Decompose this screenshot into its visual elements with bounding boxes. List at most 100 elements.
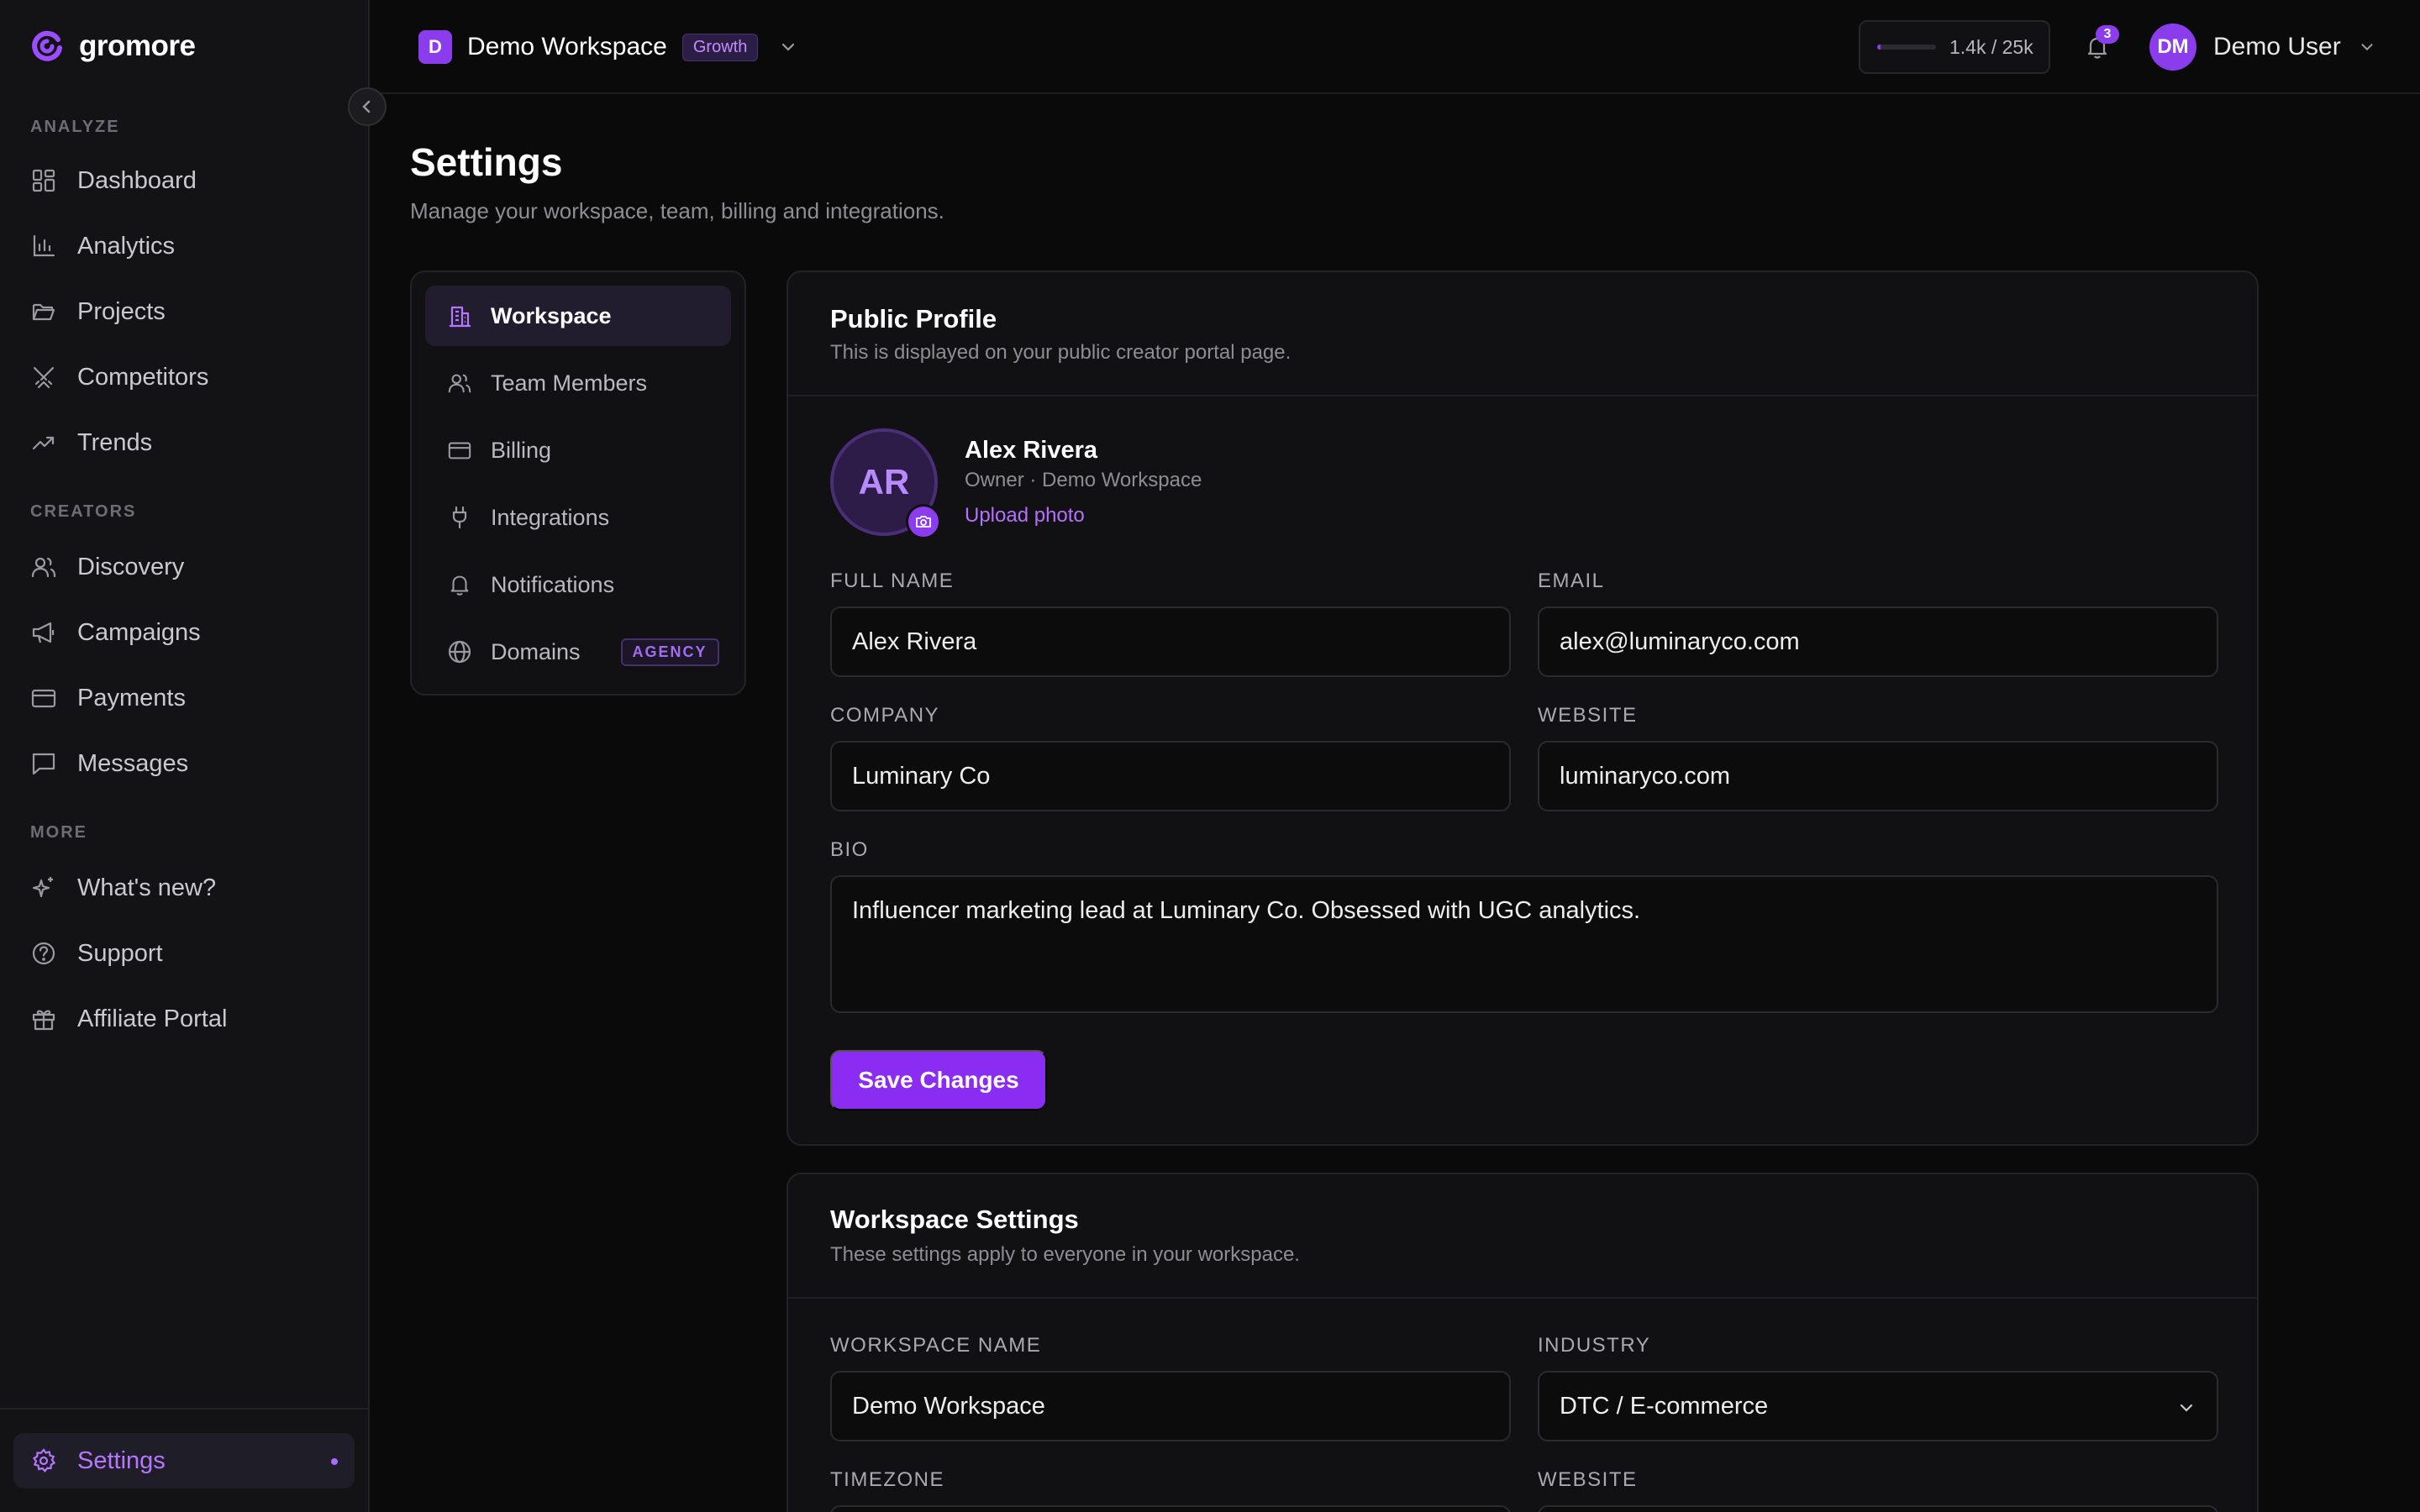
save-changes-button[interactable]: Save Changes <box>830 1050 1047 1110</box>
sidebar-item-analytics[interactable]: Analytics <box>13 218 355 274</box>
plug-icon <box>452 506 467 529</box>
usage-progress-fill <box>1877 45 1881 50</box>
dashboard-icon <box>32 169 55 192</box>
sidebar-item-discovery[interactable]: Discovery <box>13 539 355 595</box>
globe-icon <box>448 640 471 664</box>
sidebar-section-analyze: ANALYZE <box>30 118 120 136</box>
users-icon <box>448 374 471 393</box>
sidebar-item-label: Analytics <box>77 232 176 260</box>
full-name-label: FULL NAME <box>830 570 955 592</box>
sidebar-item-label: Support <box>77 939 163 967</box>
settings-nav-workspace[interactable]: Workspace <box>425 286 731 346</box>
sidebar-item-dashboard[interactable]: Dashboard <box>13 153 355 208</box>
sidebar-item-label: Messages <box>77 749 189 777</box>
settings-nav-label: Team Members <box>491 370 648 396</box>
card-title: Public Profile <box>830 304 997 333</box>
sidebar-item-label: Competitors <box>77 363 209 391</box>
sidebar-item-whats-new[interactable]: What's new? <box>13 860 355 916</box>
logo-icon <box>32 30 62 61</box>
email-field[interactable]: alex@luminaryco.com <box>1538 606 2218 677</box>
app-logo[interactable]: gromore <box>30 27 196 66</box>
settings-nav-label: Notifications <box>491 571 615 597</box>
sidebar-item-label: Discovery <box>77 553 185 580</box>
card-divider <box>788 1297 2257 1299</box>
sidebar: gromore ANALYZE Dashboard Analytics Proj… <box>0 0 387 1512</box>
industry-select-value: DTC / E-commerce <box>1560 1392 1769 1420</box>
settings-nav-team-members[interactable]: Team Members <box>425 353 731 413</box>
full-name-field[interactable]: Alex Rivera <box>830 606 1511 677</box>
industry-label: INDUSTRY <box>1538 1334 1651 1357</box>
user-menu[interactable]: DM Demo User <box>2149 24 2376 71</box>
workspace-avatar: D <box>418 30 452 64</box>
sidebar-item-projects[interactable]: Projects <box>13 284 355 339</box>
email-label: EMAIL <box>1538 570 1605 592</box>
bio-textarea[interactable]: Influencer marketing lead at Luminary Co… <box>830 875 2218 1013</box>
workspace-name-label: WORKSPACE NAME <box>830 1334 1042 1357</box>
credit-card-icon <box>448 442 471 459</box>
card-divider <box>788 395 2257 396</box>
sidebar-item-competitors[interactable]: Competitors <box>13 349 355 405</box>
gear-icon <box>32 1448 56 1473</box>
sidebar-item-support[interactable]: Support <box>13 926 355 981</box>
settings-nav-label: Workspace <box>491 302 612 328</box>
active-indicator-dot <box>331 1458 338 1465</box>
website-field[interactable]: luminaryco.com <box>1538 741 2218 811</box>
workspace-settings-card: Workspace Settings These settings apply … <box>786 1173 2259 1512</box>
sidebar-item-affiliate-portal[interactable]: Affiliate Portal <box>13 991 355 1047</box>
company-field[interactable]: Luminary Co <box>830 741 1511 811</box>
folder-icon <box>32 303 55 321</box>
settings-nav-billing[interactable]: Billing <box>425 420 731 480</box>
agency-badge: AGENCY <box>620 638 719 666</box>
settings-nav-notifications[interactable]: Notifications <box>425 554 731 615</box>
building-icon <box>450 306 471 328</box>
workspace-website-label: WEBSITE <box>1538 1468 1638 1491</box>
sidebar-item-trends[interactable]: Trends <box>13 415 355 470</box>
sidebar-item-messages[interactable]: Messages <box>13 736 355 791</box>
trending-up-icon <box>32 436 55 450</box>
sidebar-item-label: Affiliate Portal <box>77 1005 228 1032</box>
sidebar-collapse-button[interactable] <box>348 87 387 126</box>
sidebar-divider <box>0 1408 368 1410</box>
avatar: DM <box>2149 24 2196 71</box>
company-label: COMPANY <box>830 704 940 727</box>
settings-nav-integrations[interactable]: Integrations <box>425 487 731 548</box>
workspace-name-field[interactable]: Demo Workspace <box>830 1371 1511 1441</box>
sidebar-item-settings[interactable]: Settings <box>13 1433 355 1488</box>
megaphone-icon <box>32 622 55 643</box>
sidebar-item-label: Dashboard <box>77 166 197 194</box>
chevron-down-icon <box>782 43 795 51</box>
website-label: WEBSITE <box>1538 704 1638 727</box>
workspace-website-field[interactable] <box>1538 1505 2218 1512</box>
profile-name: Alex Rivera <box>965 437 1097 464</box>
message-icon <box>32 753 55 775</box>
settings-nav-label: Domains <box>491 638 581 664</box>
workspace-name: Demo Workspace <box>467 33 667 60</box>
settings-nav-label: Integrations <box>491 504 610 530</box>
workspace-switcher[interactable]: D Demo Workspace Growth <box>418 30 798 64</box>
sidebar-item-label: Settings <box>77 1446 166 1474</box>
usage-progress-bar <box>1877 45 1936 50</box>
settings-nav-domains[interactable]: Domains AGENCY <box>425 622 731 682</box>
gift-icon <box>32 1010 55 1031</box>
sidebar-section-creators: CREATORS <box>30 502 137 521</box>
sparkles-icon <box>32 877 53 898</box>
card-title: Workspace Settings <box>830 1205 1079 1234</box>
change-photo-button[interactable] <box>906 504 941 539</box>
settings-nav: Workspace Team Members Billing Integrati… <box>410 270 746 696</box>
analytics-icon <box>33 234 55 257</box>
profile-role: Owner · Demo Workspace <box>965 469 1202 491</box>
users-icon <box>31 557 56 578</box>
timezone-select[interactable] <box>830 1505 1511 1512</box>
settings-nav-label: Billing <box>491 437 552 463</box>
sidebar-item-campaigns[interactable]: Campaigns <box>13 605 355 660</box>
logo-text: gromore <box>79 29 196 62</box>
upload-photo-link[interactable]: Upload photo <box>965 504 1085 528</box>
sidebar-item-label: Projects <box>77 297 166 325</box>
card-subtitle: These settings apply to everyone in your… <box>830 1243 1300 1266</box>
usage-meter[interactable]: 1.4k / 25k <box>1859 20 2050 74</box>
sidebar-item-payments[interactable]: Payments <box>13 670 355 726</box>
public-profile-card: Public Profile This is displayed on your… <box>786 270 2259 1146</box>
credit-card-icon <box>31 689 56 708</box>
notification-count-badge: 3 <box>2096 25 2119 44</box>
industry-select[interactable]: DTC / E-commerce <box>1538 1371 2218 1441</box>
